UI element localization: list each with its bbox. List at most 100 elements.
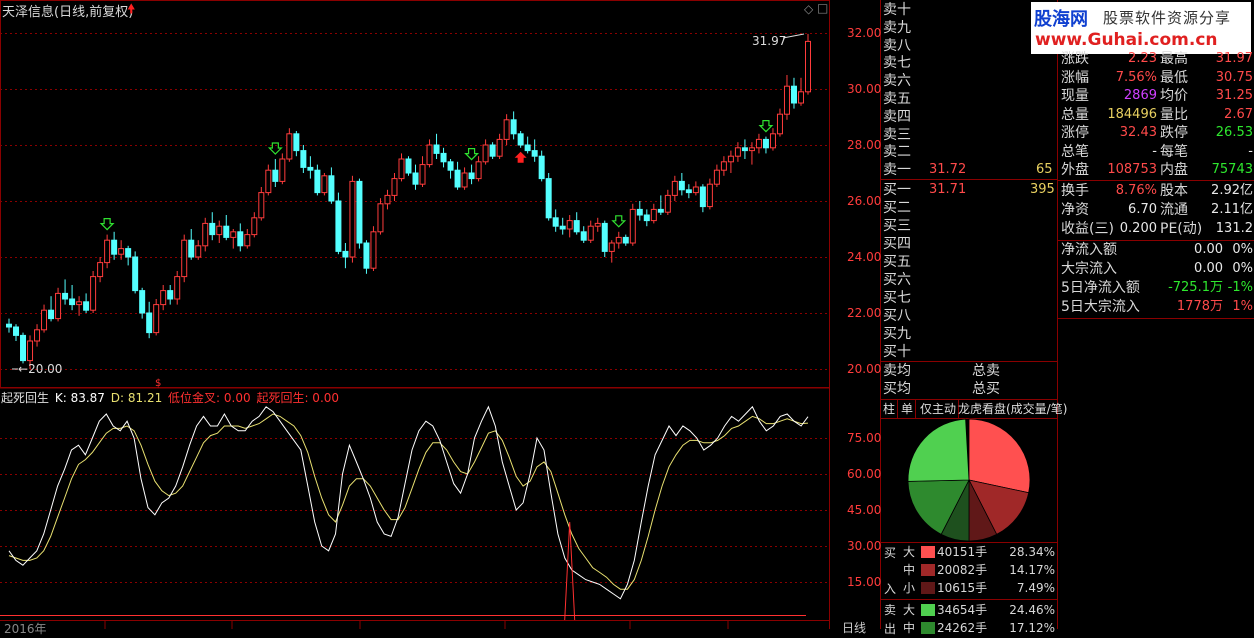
buy1-vol: 395 bbox=[1030, 182, 1055, 197]
candle-body bbox=[489, 144, 496, 157]
candle-body bbox=[622, 236, 629, 244]
stat-label: 均价 bbox=[1160, 88, 1188, 104]
candle-body bbox=[335, 200, 342, 252]
candle-body bbox=[223, 225, 230, 238]
candle-body bbox=[629, 208, 636, 244]
candle-body bbox=[258, 192, 265, 219]
flow-size-label: 大 bbox=[903, 603, 916, 617]
period-label[interactable]: 日线 bbox=[842, 619, 866, 636]
candle-body bbox=[272, 169, 279, 182]
candle-body bbox=[405, 158, 412, 174]
candle-body bbox=[314, 169, 321, 194]
candle-body bbox=[482, 144, 489, 163]
candle-body bbox=[734, 147, 741, 157]
stat-label: 总量 bbox=[1061, 106, 1089, 123]
indicator-d: D: 81.21 bbox=[110, 391, 163, 405]
diamond-icon[interactable]: ◇ bbox=[804, 2, 813, 16]
candle-body bbox=[531, 150, 538, 157]
candle-body bbox=[447, 161, 454, 171]
stat-value: - bbox=[1152, 143, 1157, 159]
candle-body bbox=[538, 155, 545, 180]
candle-body bbox=[342, 250, 349, 258]
stat-label: 最低 bbox=[1160, 69, 1188, 86]
buy1-price: 31.71 bbox=[929, 182, 967, 197]
candle-body bbox=[370, 231, 377, 269]
candle-body bbox=[805, 40, 811, 93]
candle-body bbox=[475, 161, 482, 180]
sell-side-label: 出 bbox=[884, 622, 897, 636]
candle-body bbox=[573, 220, 580, 233]
indicator-g2: 起死回生: 0.00 bbox=[256, 391, 340, 405]
candle-body bbox=[510, 119, 517, 135]
candle-body bbox=[363, 242, 370, 269]
main-chart-title: 天泽信息(日线,前复权) bbox=[2, 5, 134, 20]
flow-value: 0.00 bbox=[1194, 261, 1223, 276]
d-line bbox=[8, 413, 809, 590]
candle-body bbox=[461, 172, 468, 188]
sell-side-label: 卖 bbox=[884, 603, 897, 617]
candle-body bbox=[748, 147, 755, 152]
indicator-tick-label: 45.00 bbox=[847, 503, 881, 517]
candle-body bbox=[216, 225, 223, 236]
sell-level-label: 卖四 bbox=[883, 108, 911, 125]
sell-level-label: 卖十 bbox=[883, 2, 911, 18]
flow-size-label: 中 bbox=[903, 563, 916, 577]
candle-body bbox=[552, 217, 559, 227]
stat-value: 0.200 bbox=[1119, 221, 1157, 236]
candle-body bbox=[643, 214, 650, 222]
high-annotation: 31.97 bbox=[752, 34, 787, 48]
candle-body bbox=[209, 222, 216, 236]
tab-single[interactable]: 单 bbox=[899, 400, 917, 418]
sell1-vol: 65 bbox=[1036, 162, 1053, 177]
tab-active-only[interactable]: 仅主动 bbox=[918, 400, 960, 418]
stat-label: 股本 bbox=[1160, 183, 1188, 199]
candle-body bbox=[678, 180, 685, 191]
flow-vol: 40151手 bbox=[937, 545, 988, 559]
candle-body bbox=[426, 144, 433, 166]
candle-body bbox=[27, 340, 34, 362]
candle-body bbox=[615, 236, 622, 244]
window-icon[interactable]: □ bbox=[817, 1, 828, 15]
tab-dragon-tiger[interactable]: 龙虎看盘(成交量/笔) bbox=[956, 400, 1069, 418]
tab-bar[interactable]: 柱 bbox=[881, 400, 899, 418]
flow-pct: 0% bbox=[1232, 261, 1253, 276]
candle-body bbox=[174, 276, 181, 300]
flow-label: 大宗流入 bbox=[1061, 261, 1117, 277]
sell1-price: 31.72 bbox=[929, 162, 967, 177]
indicator-name[interactable]: 起死回生 bbox=[1, 391, 49, 405]
sell-level-label: 卖七 bbox=[883, 55, 911, 72]
stat-value: 2.92亿 bbox=[1211, 183, 1253, 198]
candle-body bbox=[587, 225, 594, 241]
indicator-g1: 低位金叉: 0.00 bbox=[168, 391, 251, 405]
buy-level-label: 买八 bbox=[883, 308, 911, 324]
stat-value: 32.43 bbox=[1119, 125, 1157, 140]
up-arrow-icon: 🠝 bbox=[127, 2, 136, 17]
candle-body bbox=[181, 239, 188, 278]
candle-body bbox=[391, 178, 398, 196]
logo-url: www.Guhai.com.cn bbox=[1035, 30, 1218, 50]
stat-label: 最高 bbox=[1160, 51, 1188, 67]
sell-signal-arrow-icon bbox=[464, 148, 480, 161]
stat-label: 外盘 bbox=[1061, 162, 1089, 178]
candle-body bbox=[293, 133, 300, 152]
sell-signal-arrow-icon bbox=[611, 215, 627, 228]
stat-label: 现量 bbox=[1061, 88, 1089, 104]
flow-vol: 10615手 bbox=[937, 581, 988, 595]
flow-label: 5日净流入额 bbox=[1061, 280, 1140, 296]
avg-label: 买均 bbox=[883, 381, 911, 397]
stat-label: 涨跌 bbox=[1061, 51, 1089, 67]
stat-value: 30.75 bbox=[1215, 69, 1253, 85]
candle-body bbox=[321, 175, 328, 194]
flow-vol: 24262手 bbox=[937, 621, 988, 635]
price-tick-label: 26.00 bbox=[847, 194, 881, 208]
indicator-tick-label: 30.00 bbox=[847, 539, 881, 553]
stat-value: 2.67 bbox=[1224, 106, 1253, 122]
k-line bbox=[8, 405, 809, 600]
flow-color-swatch bbox=[921, 546, 935, 558]
flow-pct-cell: 7.49% bbox=[1016, 581, 1055, 595]
flow-pct-cell: 14.17% bbox=[1009, 563, 1055, 577]
price-tick-label: 30.00 bbox=[847, 82, 881, 96]
flow-pct-cell: 28.34% bbox=[1009, 545, 1055, 559]
stat-label: 净资 bbox=[1061, 202, 1089, 218]
low-annotation: 20.00 bbox=[28, 362, 63, 376]
